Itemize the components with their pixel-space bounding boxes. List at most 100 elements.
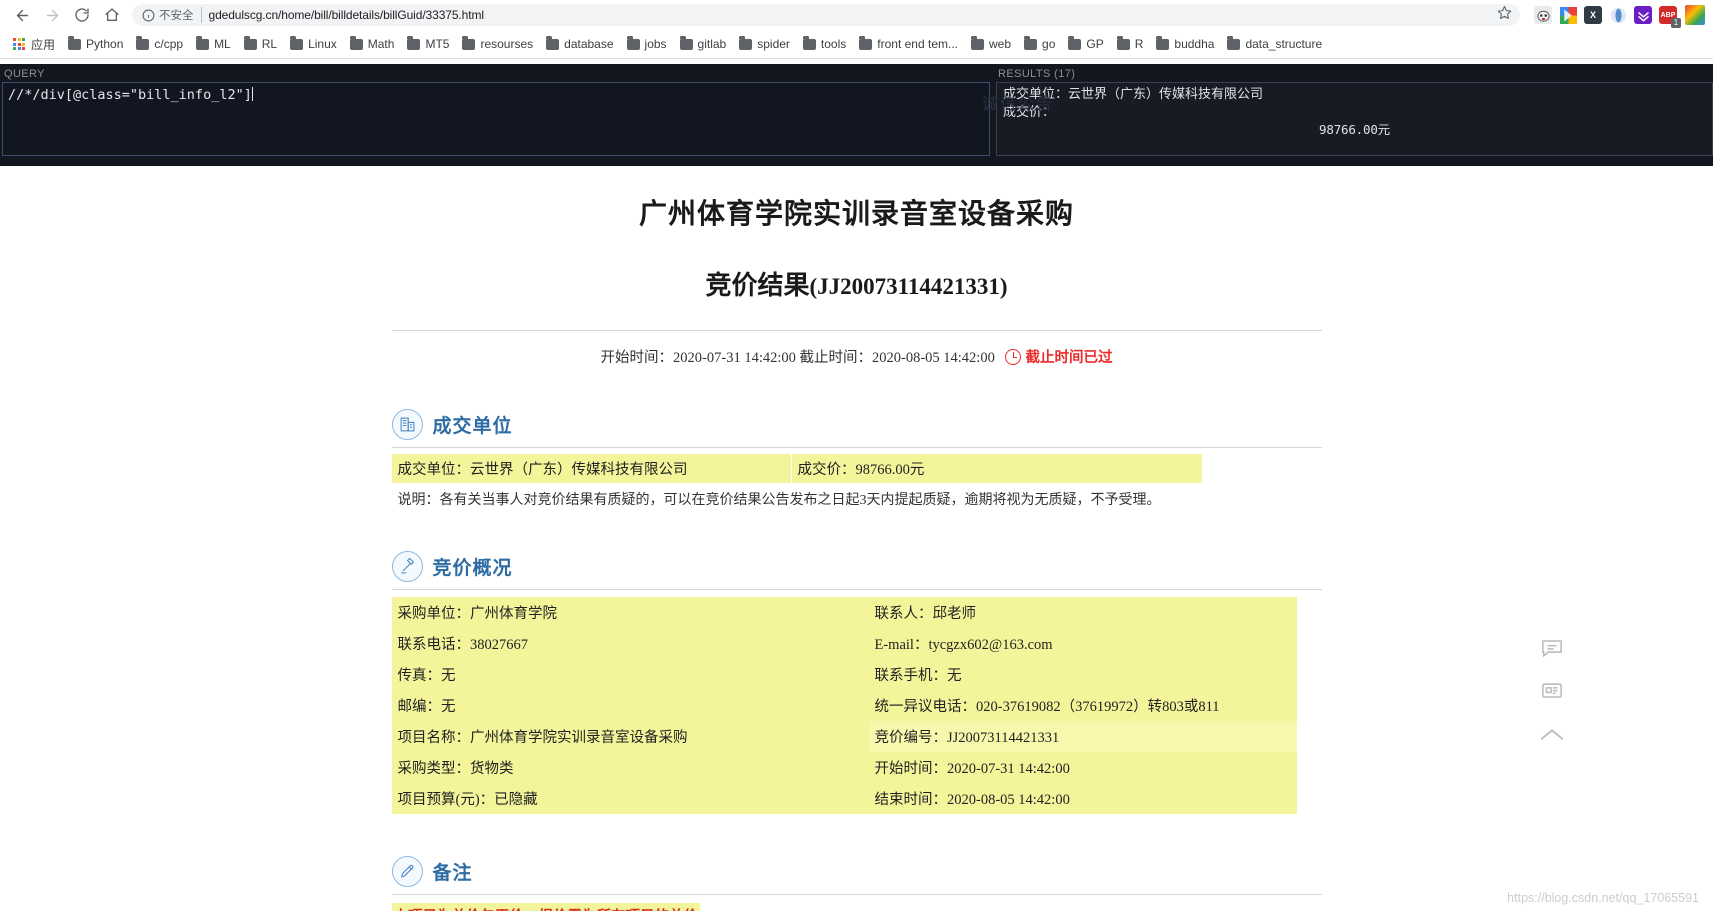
info-circle-icon xyxy=(142,9,155,22)
floating-widgets xyxy=(1539,636,1565,746)
overview-table: 采购单位：广州体育学院 联系人：邱老师 联系电话：38027667 E-mail… xyxy=(391,597,1322,814)
forward-button[interactable] xyxy=(38,1,66,29)
xpath-query-value: //*/div[@class="bill_info_l2"] xyxy=(8,87,252,103)
overview-cell-left: 采购单位：广州体育学院 xyxy=(391,597,869,628)
note-icon xyxy=(391,856,423,887)
browser-chrome: 不安全 gdedulscg.cn/home/bill/billdetails/b… xyxy=(0,0,1713,59)
xpath-results-output[interactable]: 成交单位：云世界（广东）传媒科技有限公司 成交价： 98766.00元 xyxy=(996,82,1713,156)
table-row: 传真：无 联系手机：无 xyxy=(391,659,1322,690)
bookmark-label: database xyxy=(564,37,614,51)
scroll-to-top-button[interactable] xyxy=(1539,724,1565,746)
address-bar[interactable]: 不安全 gdedulscg.cn/home/bill/billdetails/b… xyxy=(132,4,1520,26)
folder-icon xyxy=(1116,36,1130,50)
adblock-extension-icon[interactable]: ABP 1 xyxy=(1659,6,1681,28)
folder-icon xyxy=(290,36,304,50)
bookmark-mt5[interactable]: MT5 xyxy=(402,34,454,54)
bookmark-spider[interactable]: spider xyxy=(734,34,795,54)
qr-widget-button[interactable] xyxy=(1539,680,1565,702)
reload-icon xyxy=(74,7,90,23)
bookmark-label: go xyxy=(1042,37,1056,51)
bookmark-python[interactable]: Python xyxy=(63,34,128,54)
x-extension-icon[interactable]: X xyxy=(1584,6,1602,24)
folder-icon xyxy=(1068,36,1082,50)
table-row: 邮编：无 统一异议电话：020-37619082（37619972）转803或8… xyxy=(391,690,1322,721)
overview-cell-left: 采购类型：货物类 xyxy=(391,752,869,783)
bookmark-c-cpp[interactable]: c/cpp xyxy=(131,34,188,54)
table-row: 项目名称：广州体育学院实训录音室设备采购 竞价编号：JJ200731144213… xyxy=(391,721,1322,752)
subtitle-code: (JJ20073114421331) xyxy=(809,274,1008,299)
chat-widget-button[interactable] xyxy=(1539,636,1565,658)
folder-icon xyxy=(136,36,150,50)
bookmark-apps[interactable]: 应用 xyxy=(8,33,60,56)
profile-avatar[interactable] xyxy=(1685,5,1705,25)
table-row: 联系电话：38027667 E-mail：tycgzx602@163.com xyxy=(391,628,1322,659)
table-row: 采购单位：广州体育学院 联系人：邱老师 xyxy=(391,597,1322,628)
bookmark-web[interactable]: web xyxy=(966,34,1016,54)
bookmark-resourses[interactable]: resourses xyxy=(457,34,538,54)
bookmark-data-structure[interactable]: data_structure xyxy=(1222,34,1327,54)
result-line-price-value: 98766.00元 xyxy=(1319,122,1390,137)
xpath-query-input[interactable]: //*/div[@class="bill_info_l2"] xyxy=(2,82,990,156)
section-title: 成交单位 xyxy=(432,416,513,437)
bookmark-label: tools xyxy=(820,37,847,51)
bookmark-label: c/cpp xyxy=(154,37,184,51)
result-line-price-label: 成交价： xyxy=(1003,103,1056,119)
purple-extension-icon[interactable] xyxy=(1634,6,1652,24)
bookmarks-bar: 应用 Python c/cpp ML RL Linux Math MT5 res… xyxy=(0,30,1713,58)
bookmark-r[interactable]: R xyxy=(1112,34,1149,54)
url-text: gdedulscg.cn/home/bill/billdetails/billG… xyxy=(208,8,484,22)
opera-extension-icon[interactable] xyxy=(1609,6,1627,24)
home-button[interactable] xyxy=(98,1,126,29)
extension-badge-count: 1 xyxy=(1671,18,1681,28)
bookmark-label: MT5 xyxy=(425,37,450,51)
page-title: 广州体育学院实训录音室设备采购 xyxy=(638,199,1074,230)
overview-cell-right: 联系手机：无 xyxy=(868,659,1297,690)
section-header-winner: 成交单位 xyxy=(391,409,1322,448)
forward-arrow-icon xyxy=(44,7,61,24)
bookmark-tools[interactable]: tools xyxy=(798,34,851,54)
bookmark-label: ML xyxy=(214,37,231,51)
folder-icon xyxy=(349,36,363,50)
winner-price-label: 成交价： xyxy=(797,462,856,478)
section-title: 备注 xyxy=(432,863,473,884)
results-label: RESULTS (17) xyxy=(998,68,1076,80)
qr-code-icon xyxy=(1541,682,1563,701)
bookmark-label: data_structure xyxy=(1245,37,1323,51)
bookmark-database[interactable]: database xyxy=(541,34,618,54)
clock-icon xyxy=(1005,349,1022,365)
page-content: 广州体育学院实训录音室设备采购 竞价结果(JJ20073114421331) 开… xyxy=(0,166,1713,911)
bookmark-ml[interactable]: ML xyxy=(191,34,236,54)
bookmark-button[interactable] xyxy=(1492,3,1516,27)
bookmark-rl[interactable]: RL xyxy=(239,34,282,54)
folder-icon xyxy=(859,36,873,50)
bookmark-gp[interactable]: GP xyxy=(1063,34,1108,54)
bookmark-label: jobs xyxy=(644,37,667,51)
end-time-label: 截止时间： xyxy=(799,350,873,366)
bookmark-front-end-templates[interactable]: front end tem... xyxy=(854,34,963,54)
apps-grid-icon xyxy=(13,38,25,50)
overview-cell-right: 开始时间：2020-07-31 14:42:00 xyxy=(868,752,1297,783)
privacy-badger-extension-icon[interactable] xyxy=(1534,6,1552,24)
bookmark-go[interactable]: go xyxy=(1019,34,1060,54)
bookmark-label: resourses xyxy=(480,37,534,51)
folder-icon xyxy=(1024,36,1038,50)
overview-cell-right: E-mail：tycgzx602@163.com xyxy=(868,628,1297,659)
bookmark-linux[interactable]: Linux xyxy=(285,34,342,54)
bookmark-buddha[interactable]: buddha xyxy=(1151,34,1219,54)
bookmark-star-icon xyxy=(1497,5,1512,25)
colorful-extension-icon[interactable] xyxy=(1559,6,1577,24)
bookmark-label: spider xyxy=(757,37,790,51)
back-button[interactable] xyxy=(8,1,36,29)
bookmark-gitlab[interactable]: gitlab xyxy=(675,34,732,54)
reload-button[interactable] xyxy=(68,1,96,29)
winner-price-value: 98766.00元 xyxy=(855,462,925,478)
page-subtitle: 竞价结果(JJ20073114421331) xyxy=(392,232,1322,302)
folder-icon xyxy=(1156,36,1170,50)
gavel-icon xyxy=(391,551,423,582)
bookmark-label: GP xyxy=(1086,37,1104,51)
overview-cell-left: 传真：无 xyxy=(391,659,869,690)
bookmark-label: front end tem... xyxy=(877,37,958,51)
bookmark-jobs[interactable]: jobs xyxy=(622,34,672,54)
bookmark-math[interactable]: Math xyxy=(345,34,400,54)
folder-icon xyxy=(546,36,560,50)
